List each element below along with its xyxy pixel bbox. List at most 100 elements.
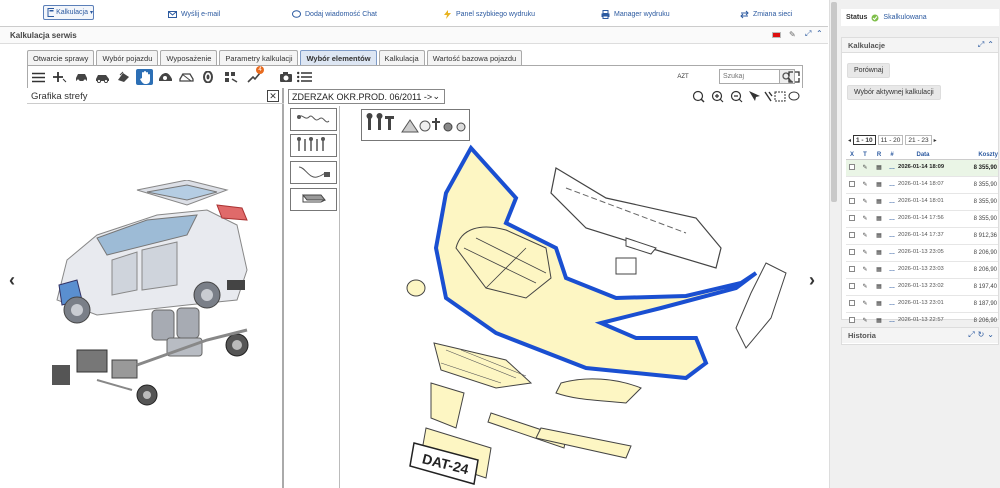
expand-icon[interactable]: ⤢ — [978, 40, 984, 50]
car-exploded-diagram[interactable] — [37, 180, 277, 410]
list-icon[interactable] — [296, 69, 313, 85]
search-input[interactable] — [720, 70, 779, 83]
calc-icon[interactable]: ▦ — [872, 278, 886, 296]
tab-kalkulacja[interactable]: Kalkulacja — [378, 50, 425, 65]
calc-row[interactable]: ✎ ▦… 2026-01-13 23:02 8 197,40 — [846, 278, 998, 296]
quick-print-button[interactable]: Panel szybkiego wydruku — [443, 8, 535, 20]
thumbnail-4[interactable] — [290, 188, 337, 211]
car-body-icon[interactable] — [157, 69, 174, 85]
row-checkbox[interactable] — [846, 261, 858, 279]
edit-icon[interactable]: ✎ — [858, 176, 872, 194]
more-icon[interactable]: … — [886, 278, 898, 296]
sort-az-icon[interactable]: AZT — [672, 69, 694, 85]
row-checkbox[interactable] — [846, 227, 858, 245]
calc-icon[interactable]: ▦ — [872, 193, 886, 211]
calc-row[interactable]: ✎ ▦… 2026-01-14 18:09 8 355,90 — [846, 159, 998, 177]
tool-icon[interactable]: ✎ — [789, 30, 796, 39]
history-card-header[interactable]: Historia ⤢ ↻ ⌄ — [842, 328, 998, 343]
hand-select-icon[interactable] — [136, 69, 153, 85]
row-checkbox[interactable] — [846, 159, 858, 177]
thumbnail-2[interactable] — [290, 134, 337, 157]
more-icon[interactable]: … — [886, 193, 898, 211]
print-manager-button[interactable]: Manager wydruku — [601, 8, 670, 20]
subpart-strip[interactable] — [361, 109, 470, 141]
page-3[interactable]: 21 - 23 — [905, 135, 932, 145]
edit-icon[interactable]: ✎ — [858, 295, 872, 313]
thumbnail-3[interactable] — [290, 161, 337, 184]
calc-icon[interactable]: ▦ — [872, 261, 886, 279]
row-checkbox[interactable] — [846, 193, 858, 211]
car-side-icon[interactable] — [94, 69, 111, 85]
edit-icon[interactable]: ✎ — [858, 159, 872, 177]
scroll-thumb[interactable] — [831, 2, 837, 202]
tab-wybor-elementow[interactable]: Wybór elementów — [300, 50, 377, 65]
thumbnail-1[interactable] — [290, 108, 337, 131]
tab-parametry-kalkulacji[interactable]: Parametry kalkulacji — [219, 50, 299, 65]
collapse-icon[interactable]: ⌃ — [987, 40, 994, 50]
more-icon[interactable]: … — [886, 210, 898, 228]
next-arrow[interactable]: › — [809, 270, 815, 291]
edit-icon[interactable]: ✎ — [858, 210, 872, 228]
bumper-exploded-diagram[interactable]: DAT-24 — [386, 138, 796, 488]
parts-grid-icon[interactable] — [223, 69, 240, 85]
page-1[interactable]: 1 - 10 — [853, 135, 876, 145]
calc-row[interactable]: ✎ ▦… 2026-01-14 17:37 8 912,36 — [846, 227, 998, 245]
row-checkbox[interactable] — [846, 278, 858, 296]
page-2[interactable]: 11 - 20 — [877, 135, 904, 145]
damaged-car-icon[interactable] — [178, 69, 195, 85]
choose-active-calc-button[interactable]: Wybór aktywnej kalkulacji — [847, 85, 941, 100]
more-icon[interactable]: … — [886, 244, 898, 262]
more-icon[interactable]: … — [886, 176, 898, 194]
calc-icon[interactable]: ▦ — [872, 159, 886, 177]
more-icon[interactable]: … — [886, 227, 898, 245]
calc-row[interactable]: ✎ ▦… 2026-01-13 23:05 8 206,90 — [846, 244, 998, 262]
send-email-button[interactable]: Wyślij e-mail — [168, 8, 220, 20]
expand-icon[interactable]: ⤢ — [968, 330, 974, 340]
kalkulacja-select[interactable]: Kalkulacja ▾ — [43, 5, 94, 20]
calc-row[interactable]: ✎ ▦… 2026-01-13 23:01 8 187,90 — [846, 295, 998, 313]
chevron-down-icon[interactable]: ⌄ — [987, 330, 994, 340]
calc-icon[interactable]: ▦ — [872, 227, 886, 245]
page-scrollbar[interactable] — [829, 0, 838, 488]
prev-arrow[interactable]: ‹ — [9, 270, 15, 291]
tire-icon[interactable] — [199, 69, 216, 85]
pager-prev-icon[interactable]: ◂ — [848, 137, 851, 144]
edit-icon[interactable]: ✎ — [858, 244, 872, 262]
row-checkbox[interactable] — [846, 176, 858, 194]
expand-icon[interactable]: ⤢ — [805, 29, 811, 39]
compare-button[interactable]: Porównaj — [847, 63, 891, 78]
engine-icon[interactable] — [115, 69, 132, 85]
pager-next-icon[interactable]: ▸ — [934, 137, 937, 144]
car-front-icon[interactable] — [73, 69, 90, 85]
row-checkbox[interactable] — [846, 295, 858, 313]
edit-icon[interactable]: ✎ — [858, 227, 872, 245]
tab-wybor-pojazdu[interactable]: Wybór pojazdu — [96, 50, 159, 65]
calc-icon[interactable]: ▦ — [872, 244, 886, 262]
col-date[interactable]: Data — [898, 151, 948, 160]
more-icon[interactable]: … — [886, 159, 898, 177]
add-chat-button[interactable]: Dodaj wiadomość Chat — [292, 8, 377, 20]
calc-icon[interactable]: ▦ — [872, 210, 886, 228]
refresh-icon[interactable]: ↻ — [978, 330, 985, 340]
more-icon[interactable]: … — [886, 295, 898, 313]
tab-otwarcie-sprawy[interactable]: Otwarcie sprawy — [27, 50, 95, 65]
row-checkbox[interactable] — [846, 244, 858, 262]
calc-row[interactable]: ✎ ▦… 2026-01-13 23:03 8 206,90 — [846, 261, 998, 279]
part-group-select[interactable]: ZDERZAK OKR.PROD. 06/2011 -> ⌄ — [288, 89, 445, 104]
tab-wartosc-bazowa[interactable]: Wartość bazowa pojazdu — [426, 50, 523, 65]
calc-row[interactable]: ✎ ▦… 2026-01-14 17:56 8 355,90 — [846, 210, 998, 228]
close-panel-button[interactable]: ✕ — [267, 90, 279, 102]
edit-icon[interactable]: ✎ — [858, 278, 872, 296]
camera-icon[interactable] — [277, 69, 294, 85]
edit-icon[interactable]: ✎ — [858, 193, 872, 211]
add-part-icon[interactable] — [51, 69, 68, 85]
row-checkbox[interactable] — [846, 210, 858, 228]
collapse-icon[interactable]: ⌃ — [816, 29, 823, 38]
calc-row[interactable]: ✎ ▦… 2026-01-14 18:01 8 355,90 — [846, 193, 998, 211]
calc-row[interactable]: ✎ ▦… 2026-01-14 18:07 8 355,90 — [846, 176, 998, 194]
calc-icon[interactable]: ▦ — [872, 176, 886, 194]
notifications-icon[interactable]: 4 — [246, 66, 264, 85]
edit-icon[interactable]: ✎ — [858, 261, 872, 279]
tab-wyposazenie[interactable]: Wyposażenie — [160, 50, 218, 65]
network-change-button[interactable]: Zmiana sieci — [740, 8, 792, 20]
